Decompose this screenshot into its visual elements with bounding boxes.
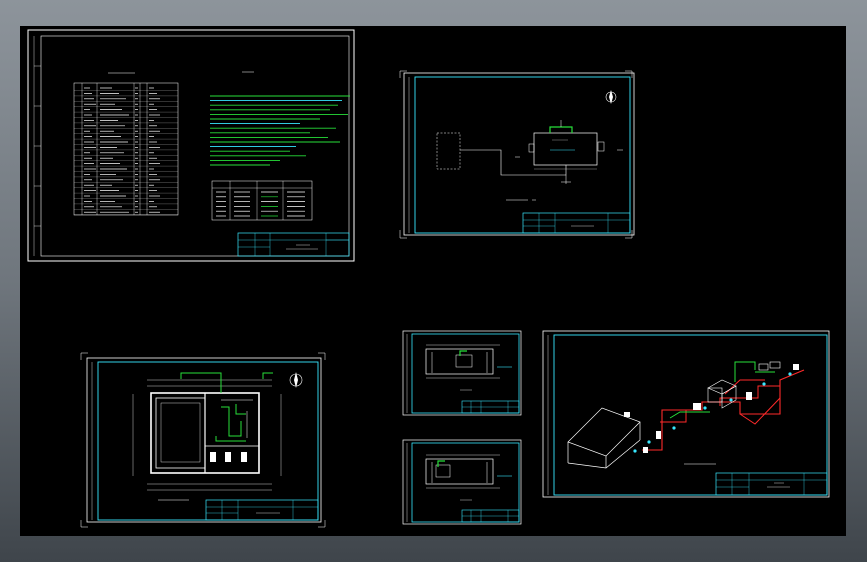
isometric-tank — [567, 407, 641, 469]
pump-room-plan — [460, 120, 623, 184]
section-b-title-block — [461, 509, 520, 523]
north-arrow-icon — [605, 90, 617, 104]
cad-drawing-canvas[interactable] — [20, 26, 846, 536]
floor-plan-title-block — [205, 499, 319, 521]
sheet-isometric[interactable] — [542, 330, 830, 498]
section-a-title-block — [461, 400, 520, 414]
section-b-drawing — [425, 454, 512, 489]
dashed-tank-outline — [436, 132, 461, 170]
material-table — [73, 72, 179, 216]
isometric-equipment — [643, 361, 799, 453]
equipment-table-rows — [216, 191, 305, 217]
notes-title-block — [237, 232, 350, 257]
equipment-table — [211, 180, 313, 221]
sheet-section-a[interactable] — [402, 330, 522, 416]
plan-small-title-block — [522, 212, 631, 234]
sheet-section-b[interactable] — [402, 439, 522, 525]
notes-side-strip — [34, 65, 41, 227]
material-table-rows — [74, 87, 178, 215]
isometric-red-pipes — [642, 369, 805, 451]
cad-viewport[interactable] — [20, 26, 846, 536]
section-a-drawing — [425, 344, 512, 379]
isometric-cyan-fittings — [633, 372, 792, 453]
sheet-floor-plan[interactable] — [80, 352, 326, 528]
isometric-title-block — [715, 472, 828, 496]
notes-text-lines — [210, 95, 350, 166]
building-outline — [150, 392, 260, 474]
sheet-plan-small[interactable] — [399, 70, 635, 239]
sheet-notes[interactable] — [27, 29, 355, 262]
design-notes — [210, 71, 350, 166]
north-arrow-icon — [289, 372, 303, 388]
